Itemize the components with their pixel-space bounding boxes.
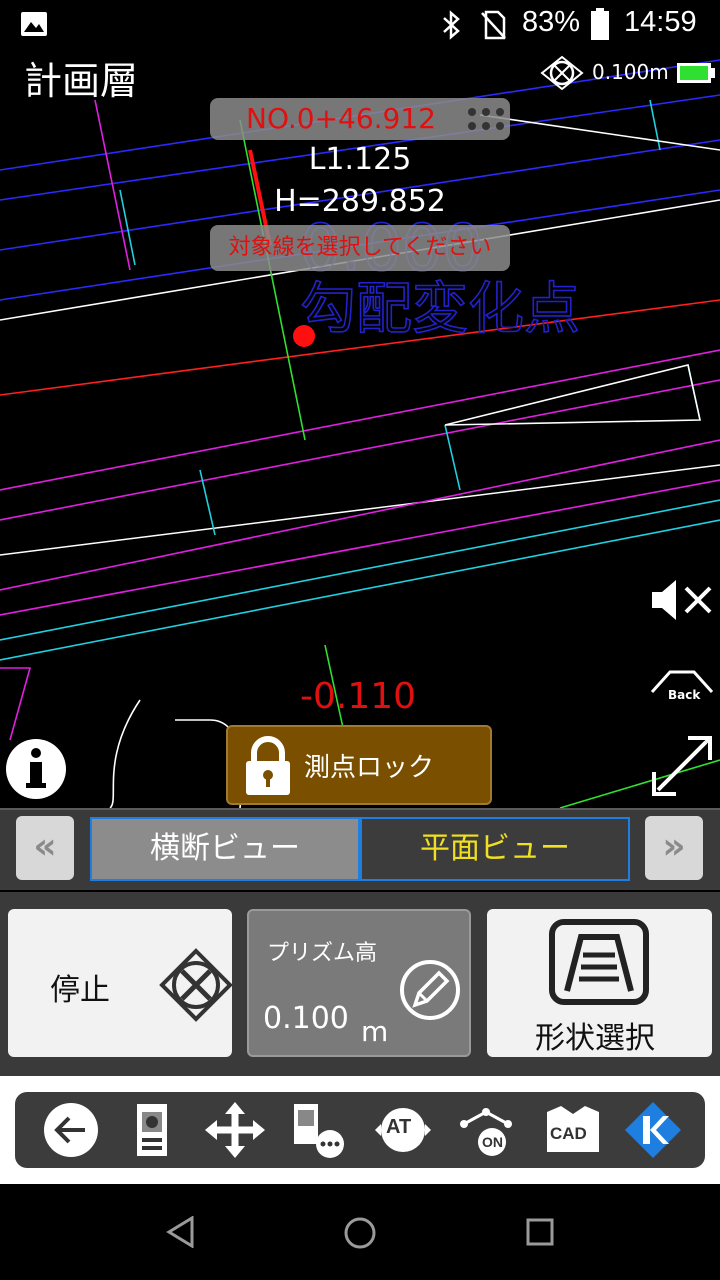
system-nav-bar: [0, 1184, 720, 1280]
nav-home-icon[interactable]: [343, 1216, 377, 1250]
station-lock-button[interactable]: 測点ロック: [226, 725, 492, 805]
edit-pencil-icon: [400, 960, 460, 1020]
nav-back-icon[interactable]: [166, 1216, 196, 1248]
clock: 14:59: [624, 6, 697, 38]
delta-value: -0.110: [300, 676, 417, 717]
no-sim-icon: [481, 10, 506, 40]
instrument-settings-icon[interactable]: [290, 1102, 350, 1158]
tab-plan-view[interactable]: 平面ビュー: [360, 817, 630, 881]
stop-button[interactable]: 停止: [8, 909, 233, 1057]
shape-cross-section-icon: [549, 919, 649, 1005]
shape-select-button[interactable]: 形状選択: [487, 909, 712, 1057]
offset-value: L1.125: [308, 142, 412, 177]
move-arrows-icon[interactable]: [205, 1102, 265, 1158]
device-battery-icon: [677, 63, 715, 83]
prism-height-title: プリズム高: [267, 941, 378, 966]
more-dots-icon[interactable]: [466, 106, 506, 132]
info-icon[interactable]: [4, 737, 68, 801]
k-app-icon[interactable]: [623, 1102, 683, 1158]
prism-height-value: 0.100: [263, 1001, 349, 1036]
bluetooth-icon: [443, 10, 460, 40]
battery-percent: 83%: [522, 6, 581, 38]
prism-scale: 0.100m: [592, 60, 669, 84]
on-label: ON: [482, 1134, 503, 1150]
cad-label: CAD: [550, 1124, 587, 1143]
back-arrow-icon[interactable]: [41, 1102, 101, 1158]
auto-tracking-icon[interactable]: AT: [373, 1102, 433, 1158]
stop-target-icon: [159, 948, 233, 1022]
shape-select-label: 形状選択: [535, 1021, 655, 1056]
stop-label: 停止: [50, 973, 110, 1008]
current-position-marker: [293, 325, 315, 347]
at-label: AT: [386, 1116, 412, 1138]
status-bar: 83% 14:59: [0, 0, 720, 48]
station-value: NO.0+46.912: [246, 102, 436, 135]
padlock-icon: [246, 736, 290, 795]
prism-height-unit: m: [361, 1015, 389, 1048]
height-value: H=289.852: [274, 184, 446, 219]
prism-height-button[interactable]: プリズム高 0.100 m: [247, 909, 471, 1057]
next-button[interactable]: »: [645, 816, 703, 880]
bottom-toolbar: AT ON CAD: [15, 1092, 705, 1168]
prism-target-icon: [540, 55, 584, 91]
bg-label-bottom: 勾配変化点: [300, 277, 580, 342]
instrument-icon[interactable]: [122, 1102, 182, 1158]
image-notification-icon: [21, 12, 47, 36]
select-line-message: 対象線を選択してください: [210, 225, 510, 271]
tab-cross-section[interactable]: 横断ビュー: [90, 817, 360, 881]
station-box[interactable]: NO.0+46.912: [210, 98, 510, 140]
prev-button[interactable]: «: [16, 816, 74, 880]
battery-icon: [591, 8, 609, 40]
lock-label: 測点ロック: [304, 753, 435, 783]
back-label: Back: [668, 688, 701, 702]
point-on-icon[interactable]: ON: [458, 1102, 518, 1158]
mute-icon[interactable]: [648, 578, 716, 622]
nav-recents-icon[interactable]: [526, 1218, 554, 1246]
cad-icon[interactable]: CAD: [543, 1102, 603, 1158]
layer-title: 計画層: [24, 59, 139, 103]
expand-arrows-icon[interactable]: [648, 732, 716, 800]
